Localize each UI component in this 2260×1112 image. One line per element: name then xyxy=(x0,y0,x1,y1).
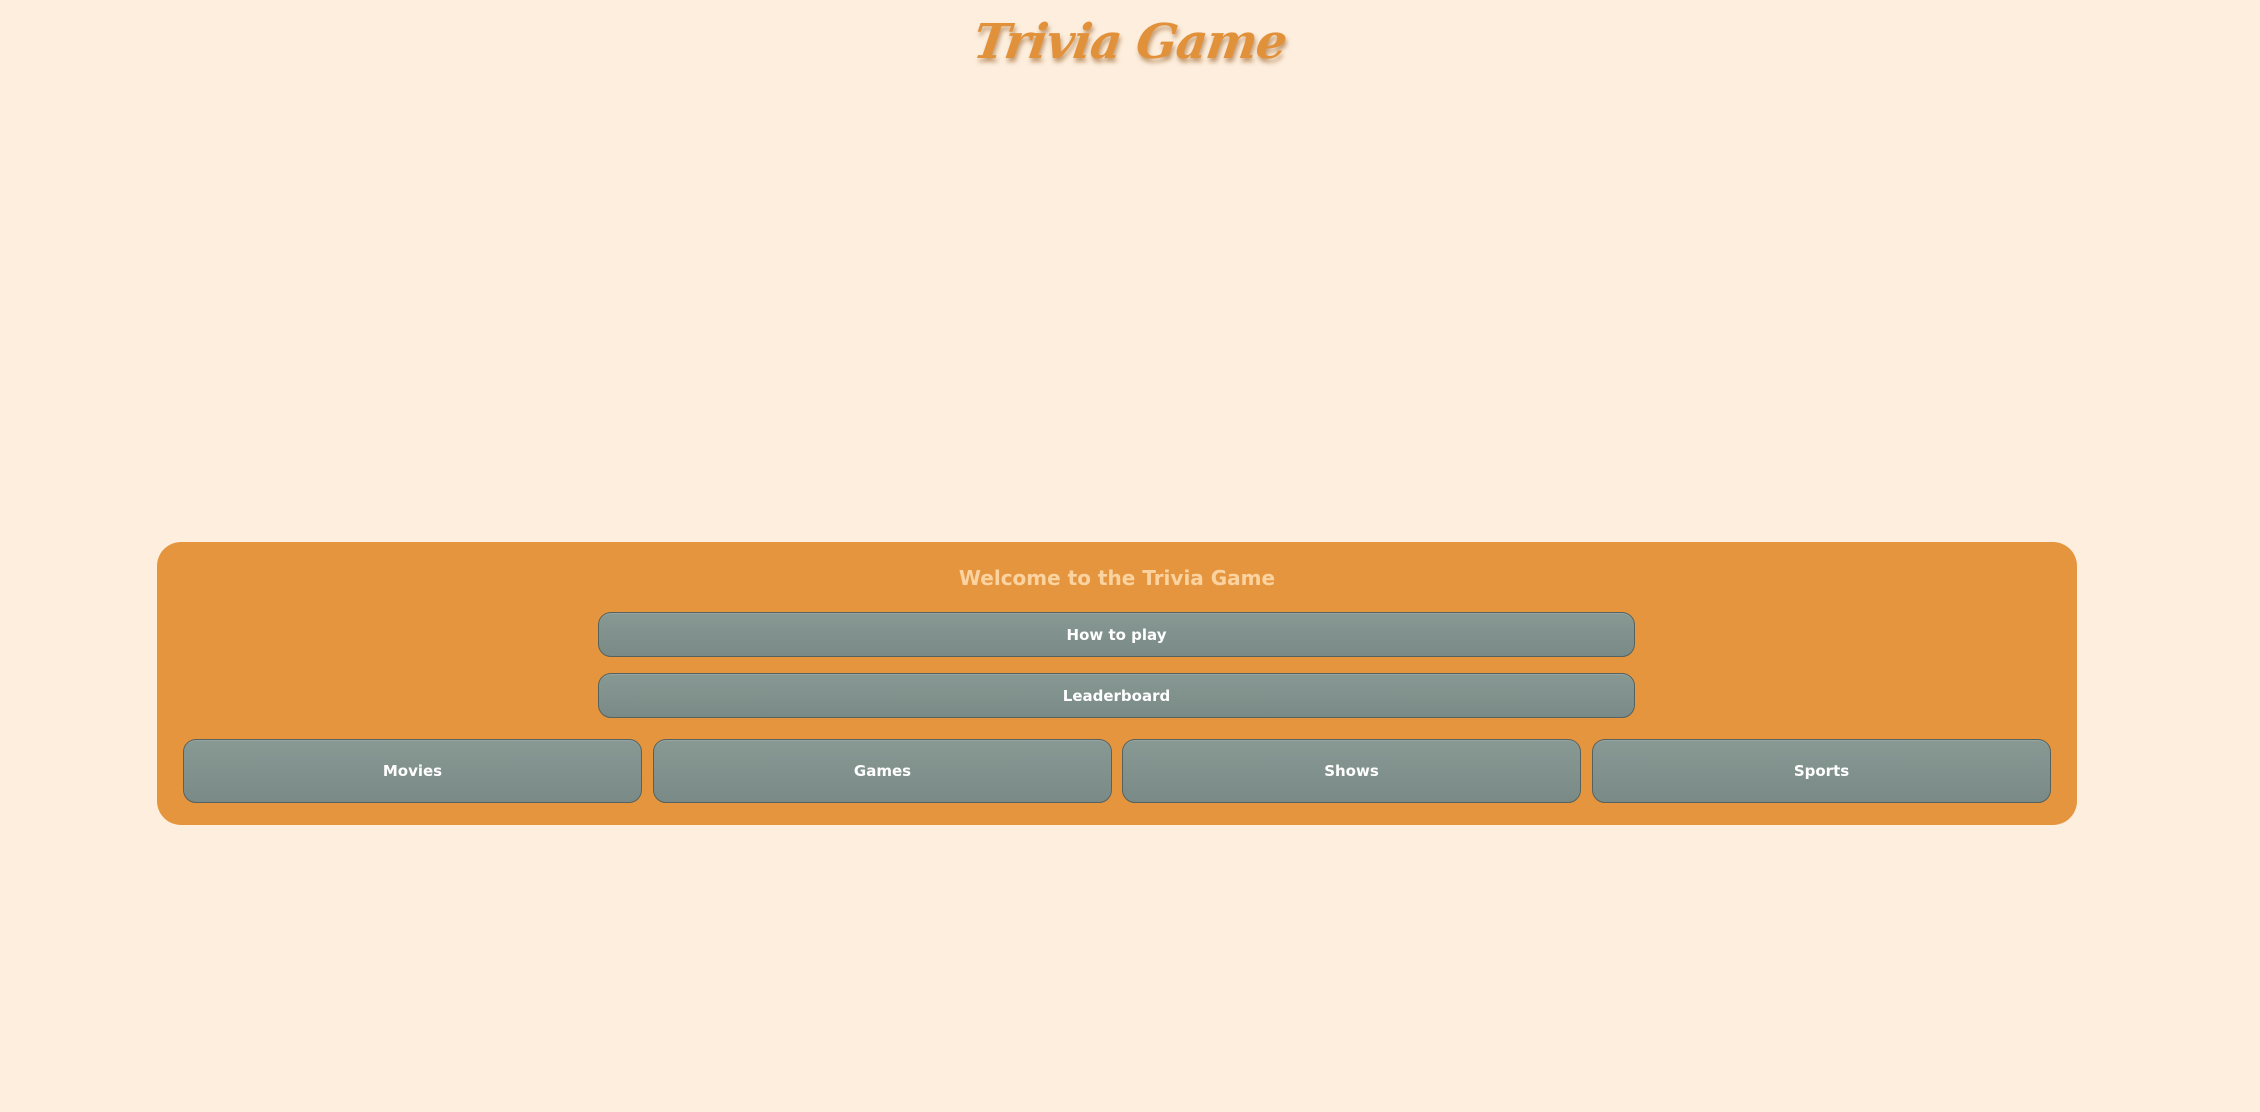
welcome-heading: Welcome to the Trivia Game xyxy=(958,566,1276,590)
trivia-page: { "header": { "title": "Trivia Game" }, … xyxy=(0,0,2260,1112)
leaderboard-label: Leaderboard xyxy=(1062,686,1171,705)
category-games-button[interactable]: Games xyxy=(653,739,1112,803)
how-to-play-button[interactable]: How to play xyxy=(598,612,1635,657)
category-label: Sports xyxy=(1793,762,1850,780)
category-sports-button[interactable]: Sports xyxy=(1592,739,2051,803)
how-to-play-label: How to play xyxy=(1066,625,1167,644)
site-title: Trivia Game xyxy=(970,14,1290,70)
main-menu-panel: Welcome to the Trivia Game How to play L… xyxy=(157,542,2077,825)
category-movies-button[interactable]: Movies xyxy=(183,739,642,803)
category-label: Shows xyxy=(1324,762,1379,780)
category-label: Games xyxy=(853,762,912,780)
category-label: Movies xyxy=(382,762,443,780)
category-shows-button[interactable]: Shows xyxy=(1122,739,1581,803)
leaderboard-button[interactable]: Leaderboard xyxy=(598,673,1635,718)
